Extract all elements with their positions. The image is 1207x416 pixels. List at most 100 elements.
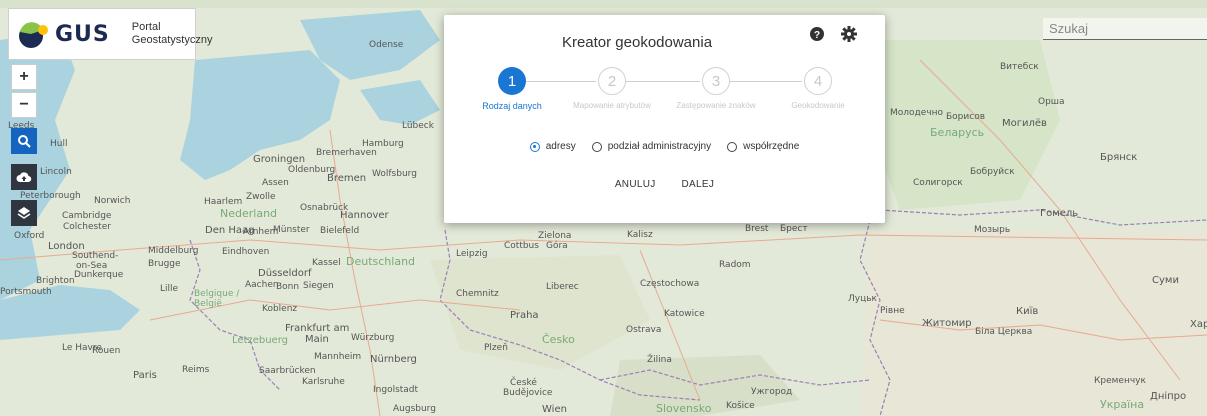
svg-text:Nederland: Nederland [220, 207, 277, 220]
geocoding-wizard-dialog: Kreator geokodowania ? 1 2 3 4 Rodzaj da… [444, 15, 885, 223]
svg-text:Brighton: Brighton [36, 276, 75, 286]
svg-text:Ingolstadt: Ingolstadt [373, 385, 419, 395]
svg-text:Хар: Хар [1190, 319, 1207, 330]
svg-text:Paris: Paris [133, 370, 157, 381]
svg-text:Hull: Hull [50, 139, 67, 149]
step-4-label: Geokodowanie [791, 101, 845, 110]
svg-text:Budějovice: Budějovice [503, 388, 553, 398]
svg-text:Brest: Brest [745, 224, 769, 234]
svg-text:Haarlem: Haarlem [204, 197, 242, 207]
svg-text:Liberec: Liberec [546, 282, 579, 292]
zoom-out-label: − [19, 96, 29, 113]
zoom-in-button[interactable]: + [11, 64, 37, 90]
svg-text:Česko: Česko [542, 333, 575, 346]
svg-text:Góra: Góra [546, 240, 568, 251]
svg-text:Siegen: Siegen [303, 281, 334, 291]
svg-text:Луцьк: Луцьк [848, 294, 878, 304]
svg-text:Le Havre: Le Havre [62, 343, 102, 353]
svg-text:Brugge: Brugge [148, 259, 181, 269]
svg-text:Plzeň: Plzeň [484, 342, 508, 353]
option-wspolrzedne-label: współrzędne [743, 141, 800, 152]
svg-text:Assen: Assen [262, 178, 289, 188]
step-3-circle[interactable]: 3 [702, 67, 730, 95]
svg-text:Leipzig: Leipzig [456, 249, 488, 259]
svg-text:Україна: Україна [1100, 398, 1144, 411]
search-icon [18, 135, 31, 148]
svg-text:Nürnberg: Nürnberg [370, 354, 417, 365]
svg-text:Бобруйск: Бобруйск [970, 167, 1015, 177]
upload-icon [16, 172, 32, 183]
svg-text:Slovensko: Slovensko [656, 402, 712, 415]
svg-text:Main: Main [305, 334, 329, 345]
gus-logo[interactable]: GUS Portal Geostatystyczny [8, 8, 212, 60]
step-2-label: Mapowanie atrybutów [573, 101, 651, 110]
svg-text:Katowice: Katowice [664, 309, 705, 319]
radio-wspolrzedne[interactable] [727, 141, 738, 152]
next-button[interactable]: DALEJ [678, 177, 719, 192]
svg-text:Bonn: Bonn [276, 282, 299, 292]
svg-text:Oldenburg: Oldenburg [288, 165, 335, 175]
svg-text:Częstochowa: Częstochowa [640, 279, 699, 289]
option-adresy-label: adresy [545, 141, 576, 152]
svg-text:Portsmouth: Portsmouth [0, 287, 52, 297]
svg-text:Lille: Lille [160, 284, 179, 294]
settings-gear-icon[interactable] [840, 25, 858, 43]
svg-text:Витебск: Витебск [1000, 62, 1039, 72]
svg-text:Дніпро: Дніпро [1150, 390, 1186, 402]
zoom-in-label: + [19, 68, 29, 85]
svg-text:Eindhoven: Eindhoven [222, 247, 269, 257]
step-1-number: 1 [507, 72, 517, 90]
svg-text:Arnhem: Arnhem [243, 227, 278, 237]
svg-text:Ужгород: Ужгород [751, 387, 792, 397]
radio-podzial-administracyjny[interactable] [591, 141, 602, 152]
dialog-title-text: Kreator geokodowania [561, 34, 713, 51]
svg-text:Беларусь: Беларусь [930, 126, 984, 139]
svg-text:Біла Церква: Біла Церква [975, 327, 1032, 337]
help-icon[interactable]: ? [808, 25, 826, 43]
option-adresy[interactable]: adresy [529, 141, 576, 152]
search-tool-button[interactable] [11, 128, 37, 154]
svg-text:Southend-: Southend- [72, 251, 118, 261]
svg-text:Würzburg: Würzburg [351, 333, 394, 343]
svg-text:Рівне: Рівне [880, 306, 905, 316]
cancel-button[interactable]: ANULUJ [611, 177, 660, 192]
step-4-number: 4 [813, 72, 823, 90]
zoom-out-button[interactable]: − [11, 92, 37, 118]
upload-button[interactable] [11, 164, 37, 190]
step-connector [626, 81, 700, 82]
radio-adresy[interactable] [529, 141, 540, 152]
logo-text: GUS [55, 21, 110, 47]
option-wspolrzedne[interactable]: współrzędne [727, 141, 799, 152]
dialog-actions: ANULUJ DALEJ [444, 177, 885, 192]
layers-button[interactable] [11, 200, 37, 226]
svg-text:Oxford: Oxford [14, 231, 44, 241]
svg-text:Karlsruhe: Karlsruhe [302, 377, 345, 387]
step-connector [730, 81, 802, 82]
svg-text:Augsburg: Augsburg [393, 404, 436, 414]
step-3-number: 3 [711, 72, 721, 90]
svg-text:Mannheim: Mannheim [314, 352, 361, 362]
option-podzial-administracyjny[interactable]: podział administracyjny [591, 141, 711, 152]
portal-line2: Geostatystyczny [131, 34, 213, 46]
svg-text:Saarbrücken: Saarbrücken [259, 366, 316, 376]
svg-text:Кременчук: Кременчук [1094, 376, 1146, 386]
step-4-circle[interactable]: 4 [804, 67, 832, 95]
svg-text:Wolfsburg: Wolfsburg [372, 169, 417, 179]
search-input[interactable] [1043, 18, 1207, 40]
gus-logo-mark [17, 16, 53, 52]
svg-text:Košice: Košice [726, 400, 755, 411]
svg-text:Deutschland: Deutschland [346, 255, 415, 268]
svg-text:Lincoln: Lincoln [40, 167, 72, 177]
svg-text:Frankfurt am: Frankfurt am [285, 323, 349, 334]
svg-text:Zwolle: Zwolle [246, 192, 276, 202]
step-1-circle[interactable]: 1 [498, 67, 526, 95]
dialog-title: Kreator geokodowania [469, 34, 809, 51]
svg-text:Могилёв: Могилёв [1002, 118, 1047, 129]
svg-text:Брест: Брест [780, 224, 808, 234]
svg-text:België: België [194, 299, 222, 309]
svg-text:Reims: Reims [182, 365, 210, 375]
svg-text:Cottbus: Cottbus [504, 241, 539, 251]
svg-text:Житомир: Житомир [922, 318, 972, 329]
svg-text:Орша: Орша [1038, 97, 1065, 107]
step-2-circle[interactable]: 2 [598, 67, 626, 95]
